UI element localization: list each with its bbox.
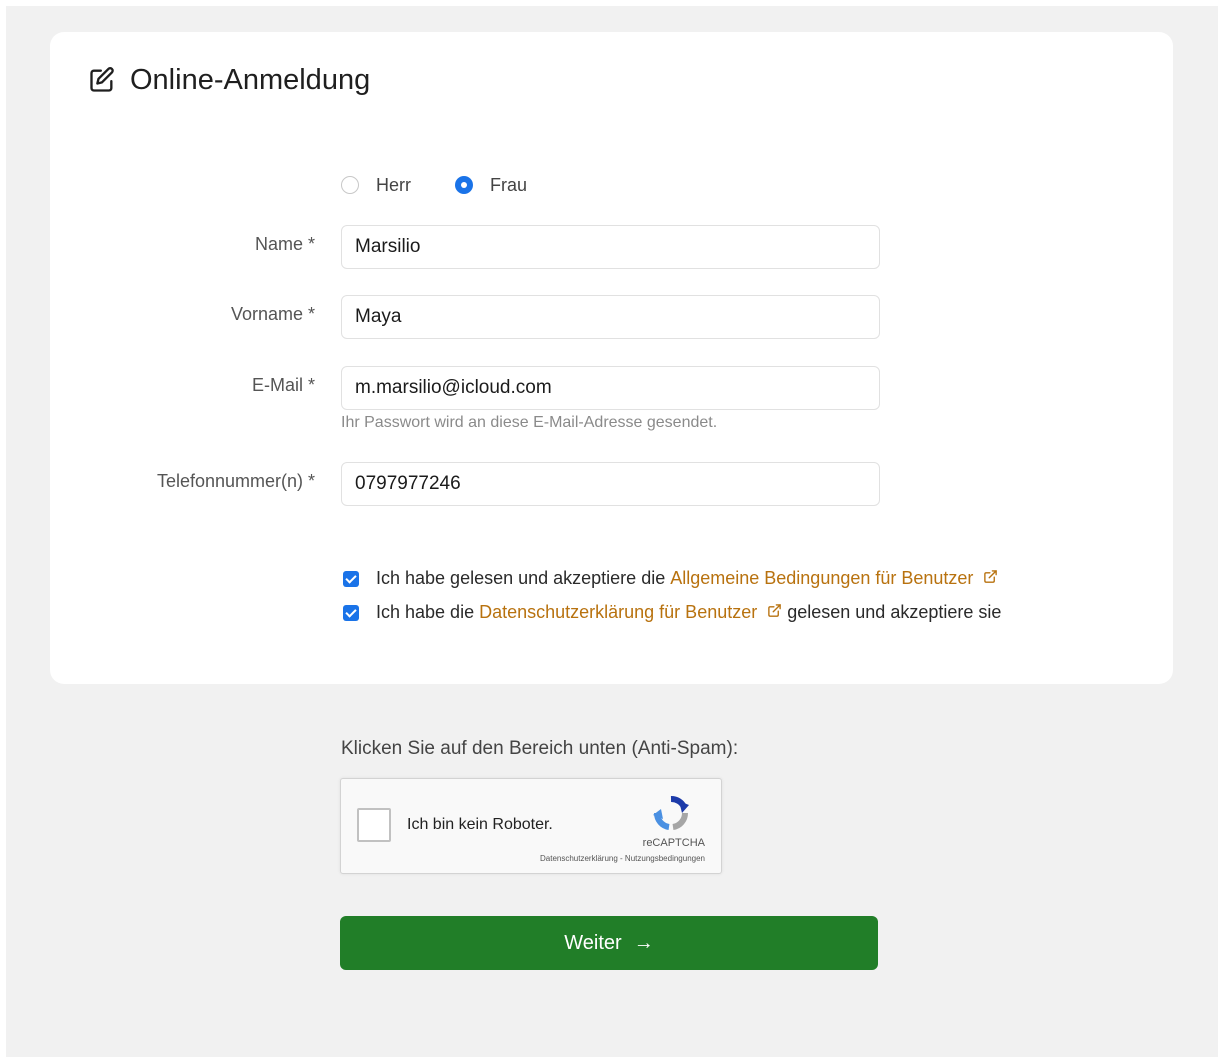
salutation-option-frau[interactable]: Frau xyxy=(455,175,527,196)
terms-link[interactable]: Allgemeine Bedingungen für Benutzer xyxy=(670,568,973,589)
privacy-checkbox[interactable] xyxy=(343,604,359,621)
salutation-option-herr[interactable]: Herr xyxy=(341,175,411,196)
recaptcha-logo-icon xyxy=(651,793,691,838)
radio-herr-label: Herr xyxy=(376,174,411,195)
privacy-text-prefix: Ich habe die xyxy=(376,602,475,622)
name-label: Name * xyxy=(254,234,315,254)
email-field[interactable] xyxy=(341,366,880,410)
recaptcha-label: Ich bin kein Roboter. xyxy=(407,816,553,833)
email-hint: Ihr Passwort wird an diese E-Mail-Adress… xyxy=(341,414,718,431)
edit-icon xyxy=(88,66,116,94)
recaptcha-links[interactable]: Datenschutzerklärung - Nutzungsbedingung… xyxy=(540,854,705,863)
radio-frau[interactable] xyxy=(455,176,473,194)
recaptcha-widget: Ich bin kein Roboter. reCAPTCHA Datensch… xyxy=(340,778,722,874)
privacy-link[interactable]: Datenschutzerklärung für Benutzer xyxy=(479,602,757,623)
email-label: E-Mail * xyxy=(251,375,315,395)
page-title-text: Online-Anmeldung xyxy=(130,63,371,96)
terms-checkbox[interactable] xyxy=(343,570,359,587)
page-title: Online-Anmeldung xyxy=(88,58,370,102)
phone-field[interactable] xyxy=(341,462,880,506)
phone-label: Telefonnummer(n) * xyxy=(156,471,315,491)
privacy-consent: Ich habe die Datenschutzerklärung für Be… xyxy=(343,602,1001,623)
continue-button[interactable]: Weiter → xyxy=(340,916,878,970)
external-link-icon[interactable] xyxy=(767,602,782,623)
recaptcha-checkbox[interactable] xyxy=(357,808,391,842)
arrow-right-icon: → xyxy=(633,931,654,954)
vorname-label: Vorname * xyxy=(230,304,315,324)
privacy-text-suffix: gelesen und akzeptiere sie xyxy=(787,602,1002,622)
terms-consent: Ich habe gelesen und akzeptiere die Allg… xyxy=(343,568,1003,589)
radio-frau-label: Frau xyxy=(490,174,528,195)
terms-text: Ich habe gelesen und akzeptiere die xyxy=(376,568,666,588)
captcha-instruction: Klicken Sie auf den Bereich unten (Anti-… xyxy=(341,738,739,759)
vorname-field[interactable] xyxy=(341,295,880,339)
radio-herr[interactable] xyxy=(341,176,359,194)
external-link-icon[interactable] xyxy=(983,568,998,589)
salutation-group: Herr Frau xyxy=(341,172,527,198)
name-field[interactable] xyxy=(341,225,880,269)
continue-button-label: Weiter xyxy=(564,931,622,954)
recaptcha-brand: reCAPTCHA xyxy=(642,837,705,849)
